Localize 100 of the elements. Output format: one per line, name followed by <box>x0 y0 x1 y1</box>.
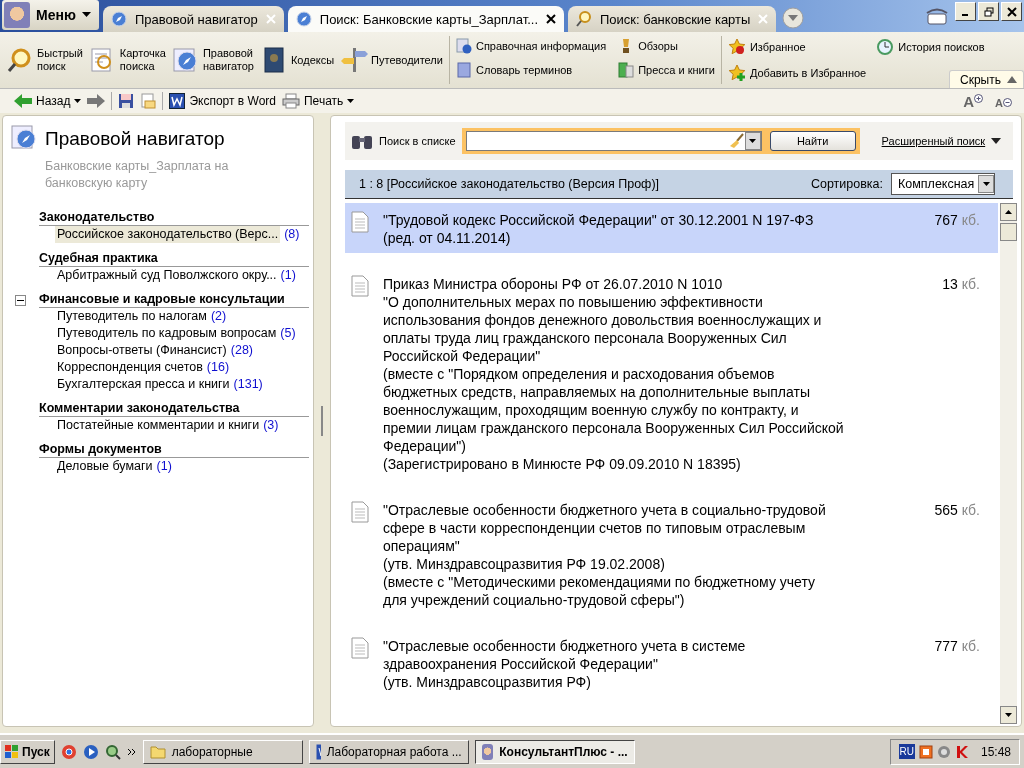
section-heading: Судебная практика <box>39 251 309 267</box>
close-icon[interactable] <box>546 14 556 24</box>
minimize-icon[interactable] <box>955 2 976 21</box>
document-size: 767 <box>934 212 958 228</box>
export-word-button[interactable]: Экспорт в Word <box>169 93 276 109</box>
document-icon <box>315 743 321 760</box>
star-icon <box>727 38 746 56</box>
windows-logo-icon <box>5 744 19 759</box>
advanced-search-link[interactable]: Расширенный поиск <box>881 135 986 147</box>
size-unit: кб. <box>961 212 980 228</box>
toolbar-button[interactable]: Обзоры <box>618 38 715 54</box>
dictionary-icon <box>455 62 472 78</box>
toolbar-button[interactable]: Быстрый поиск <box>6 46 83 74</box>
toolbar-button[interactable]: Кодексы <box>259 46 335 74</box>
find-button[interactable]: Найти <box>769 131 856 151</box>
dropdown-icon[interactable] <box>782 7 805 29</box>
toolbar-button[interactable]: Избранное <box>727 38 867 56</box>
results-summary: 1 : 8 [Российское законодательство (Версия Проф)] <box>359 177 660 191</box>
toolbar-button[interactable]: Словарь терминов <box>455 62 607 78</box>
play-icon[interactable] <box>82 743 99 760</box>
item-count: (8) <box>284 226 300 243</box>
clock: 15:48 <box>980 744 1011 759</box>
compass-icon <box>171 46 200 74</box>
navigator-item[interactable]: Путеводитель по налогам <box>57 308 207 325</box>
document-row[interactable]: "Отраслевые особенности бюджетного учета в системе здравоохранения Российской Федерации" (утв. Минздравсоцразвития РФ) 777 кб. <box>345 629 998 697</box>
menu-button[interactable]: Меню <box>2 0 99 30</box>
document-size: 565 <box>934 502 958 518</box>
sort-dropdown[interactable]: Комплексная <box>891 173 995 195</box>
document-title: Приказ Министра обороны РФ от 26.07.2010 N 1010 "О дополнительных мерах по повышению эффективности использования фондов денежного довольствия военнослужащих и оплаты труда лиц гражданского персонала Вооруженных Сил Российской Федерации" (вместе с "Порядком определения и расходования объемов бюджетных средств, направляемых на дополнительные выплаты военнослужащим, проходящим военную службу по контракту, и премии лицам гражданского персонала Вооруженных Сил Российской Федерации") (Зарегистрировано в Минюсте РФ 09.09.2010 N 18395) <box>383 275 845 473</box>
navigator-item[interactable]: Арбитражный суд Поволжского окру... <box>57 267 277 284</box>
item-count: (2) <box>210 308 227 325</box>
language-indicator[interactable]: RU <box>898 744 915 759</box>
navigator-item[interactable]: Путеводитель по кадровым вопросам <box>57 325 277 342</box>
document-icon <box>351 637 369 659</box>
avatar-icon <box>481 743 494 760</box>
toolbar-button[interactable]: Справочная информация <box>455 38 607 54</box>
document-icon <box>351 275 369 297</box>
taskbar-button[interactable]: КонсультантПлюс - ... <box>474 739 635 764</box>
document-icon <box>351 501 369 523</box>
back-button[interactable]: Назад <box>14 94 82 108</box>
document-row[interactable]: "Трудовой кодекс Российской Федерации" от 30.12.2001 N 197-ФЗ (ред. от 04.11.2014) 767 кб. <box>345 203 998 253</box>
caret-icon <box>74 99 82 103</box>
tab-label: Поиск: Банковские карты_Зарплат... <box>319 11 538 27</box>
navigator-item[interactable]: Корреспонденция счетов <box>57 359 203 376</box>
document-title: "Отраслевые особенности бюджетного учета в системе здравоохранения Российской Федерации" (утв. Минздравсоцразвития РФ) <box>383 637 747 691</box>
compass-icon <box>11 124 39 152</box>
collapse-toggle[interactable] <box>15 294 26 306</box>
scroll-thumb[interactable] <box>1000 223 1017 241</box>
caret-icon[interactable] <box>991 138 1002 144</box>
chevron-icon[interactable] <box>126 747 137 756</box>
browser-icon[interactable] <box>60 743 77 760</box>
item-count: (1) <box>280 267 296 284</box>
app-tray-icon[interactable] <box>918 744 933 759</box>
sort-label: Сортировка: <box>810 177 883 191</box>
scroll-up-icon[interactable] <box>1005 210 1012 214</box>
toolbar-button[interactable]: Правовой навигатор <box>171 46 254 74</box>
toolbar-button[interactable]: Карточка поиска <box>88 46 166 74</box>
toolbar-button[interactable]: Путеводители <box>340 46 443 74</box>
navigator-item[interactable]: Вопросы-ответы (Финансист) <box>57 342 227 359</box>
speaker-icon[interactable] <box>936 744 951 759</box>
restore-icon[interactable] <box>978 2 999 21</box>
search-icon[interactable] <box>104 743 121 760</box>
panel-subtitle: Банковские карты_Зарплата на банковскую карту <box>45 158 230 192</box>
antivirus-icon[interactable] <box>954 744 969 759</box>
phone-icon[interactable] <box>925 6 949 26</box>
toolbar-button[interactable]: Пресса и книги <box>618 62 715 78</box>
tab-label: Правовой навигатор <box>134 11 258 27</box>
toolbar-button[interactable]: Добавить в Избранное <box>727 64 867 82</box>
navigator-item[interactable]: Бухгалтерская пресса и книги <box>57 376 230 393</box>
compass-icon <box>110 11 127 27</box>
hide-button[interactable]: Скрыть <box>949 70 1024 88</box>
minus-icon <box>1003 97 1012 107</box>
signpost-icon <box>340 46 369 74</box>
caret-icon <box>81 12 91 18</box>
arrow-right-icon[interactable] <box>87 94 106 108</box>
tab[interactable]: Поиск: Банковские карты_Зарплат... <box>287 6 564 32</box>
font-decrease-button[interactable]: A <box>995 93 1012 109</box>
section-heading: Формы документов <box>39 442 309 458</box>
scrollbar[interactable] <box>1000 203 1017 724</box>
tab[interactable]: Поиск: банковские карты <box>568 6 777 32</box>
font-increase-button[interactable]: A <box>963 93 984 109</box>
dropdown-button[interactable] <box>744 132 761 150</box>
taskbar-button[interactable]: Лабораторная работа ... <box>308 739 469 764</box>
navigator-item[interactable]: Российское законодательство (Верс... <box>55 226 281 243</box>
scroll-down-icon[interactable] <box>1005 713 1012 717</box>
size-unit: кб. <box>961 276 980 292</box>
broom-icon <box>728 133 745 149</box>
toolbar-button[interactable]: История поисков <box>876 38 985 56</box>
document-title: "Трудовой кодекс Российской Федерации" от 30.12.2001 N 197-ФЗ (ред. от 04.11.2014) <box>383 211 815 247</box>
navigator-item[interactable]: Постатейные комментарии и книги <box>57 417 260 434</box>
search-field[interactable] <box>465 131 762 151</box>
printer-icon <box>282 93 300 109</box>
section-heading: Финансовые и кадровые консультации <box>39 292 309 308</box>
navigator-item[interactable]: Деловые бумаги <box>57 458 153 475</box>
print-button[interactable]: Печать <box>282 93 355 109</box>
taskbar-button[interactable]: лабораторные <box>142 739 303 764</box>
save-icon[interactable] <box>118 93 135 109</box>
start-button[interactable]: Пуск <box>0 739 55 764</box>
size-unit: кб. <box>961 502 980 518</box>
tab[interactable]: Правовой навигатор <box>102 6 284 32</box>
